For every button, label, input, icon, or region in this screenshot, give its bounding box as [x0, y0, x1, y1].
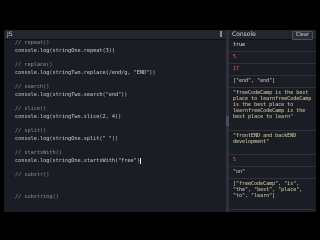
- code-line: // startsWith(): [15, 150, 62, 156]
- video-frame: JS // repeat() console.log(stringOne.rep…: [0, 0, 320, 240]
- code-text: console.log(stringOne.startsWith("free"): [15, 158, 140, 164]
- code-line: // slice(): [15, 106, 47, 112]
- code-line: console.log(stringTwo.slice(2, 4)): [15, 114, 121, 120]
- code-line: console.log(stringTwo.replace(/end/g, "E…: [15, 70, 156, 76]
- code-text: console.log(stringOne.split(" ")): [15, 136, 119, 142]
- console-entry-text: true: [233, 42, 246, 48]
- console-header: Console Clear: [229, 30, 316, 40]
- console-entry: "frontEND and backEND development": [229, 131, 316, 155]
- js-editor-header: JS: [4, 30, 226, 40]
- console-entry: ["end", "end"]: [229, 76, 316, 88]
- console-entry-text: ["end", "end"]: [233, 78, 276, 84]
- code-line: console.log(stringOne.startsWith("free"): [15, 158, 141, 164]
- console-entry: ["freeCodeCamp", "is", "the", "best", "p…: [229, 179, 316, 210]
- console-entry: "on": [229, 167, 316, 179]
- code-line: // replace(): [15, 62, 53, 68]
- console-title: Console: [232, 31, 256, 38]
- code-text: console.log(stringTwo.search("end")): [15, 92, 128, 98]
- code-area[interactable]: // repeat() console.log(stringOne.repeat…: [4, 40, 226, 212]
- console-entry: true: [229, 40, 316, 52]
- code-line: console.log(stringOne.split(" ")): [15, 136, 118, 142]
- text-cursor: [139, 158, 141, 164]
- js-editor-pane[interactable]: JS // repeat() console.log(stringOne.rep…: [4, 30, 226, 212]
- code-line: // substr(): [15, 172, 50, 178]
- console-entry-text: 17: [233, 66, 240, 72]
- code-text: console.log(stringTwo.replace(/end/g, "E…: [15, 70, 156, 76]
- console-entry: 17: [229, 64, 316, 76]
- code-text: console.log(stringTwo.slice(2, 4)): [15, 114, 122, 120]
- code-line: // split(): [15, 128, 47, 134]
- code-text: console.log(stringOne.repeat(3)): [15, 48, 115, 54]
- console-entry-text: "frontEND and backEND development": [233, 133, 300, 145]
- console-pane: Console Clear true 5 17 ["end", "end"] "…: [229, 30, 316, 212]
- code-line: // substring(): [15, 194, 59, 200]
- console-entry-text: 5: [233, 54, 237, 60]
- code-playground: JS // repeat() console.log(stringOne.rep…: [4, 30, 316, 212]
- console-entry: "freeCodeCamp is the best place to learn…: [229, 88, 316, 131]
- console-entry: 5: [229, 52, 316, 64]
- code-line: // repeat(): [15, 40, 50, 46]
- console-entry-text: "freeCodeCamp is the best place to learn…: [233, 90, 315, 120]
- console-entry-text: 5: [233, 157, 237, 163]
- code-line: // search(): [15, 84, 50, 90]
- js-editor-title: JS: [7, 31, 13, 38]
- code-line: console.log(stringOne.repeat(3)): [15, 48, 115, 54]
- clear-console-button[interactable]: Clear: [291, 31, 313, 40]
- console-output: true 5 17 ["end", "end"] "freeCodeCamp i…: [229, 40, 316, 212]
- editor-menu-icon[interactable]: [220, 33, 222, 35]
- console-entry: 5: [229, 155, 316, 167]
- console-entry-text: "on": [233, 169, 246, 175]
- console-entry-text: ["freeCodeCamp", "is", "the", "best", "p…: [233, 181, 306, 199]
- code-line: console.log(stringTwo.search("end")): [15, 92, 127, 98]
